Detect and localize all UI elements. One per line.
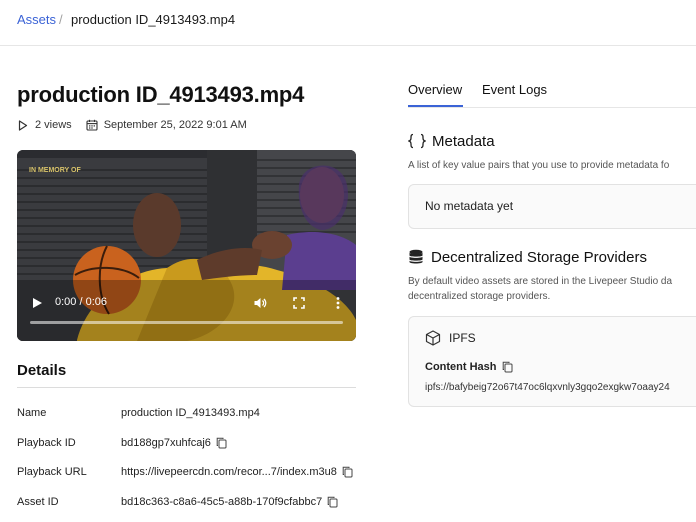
metadata-card: No metadata yet [408, 184, 696, 229]
metadata-title: Metadata [432, 133, 495, 150]
mural-text: IN MEMORY OF [29, 167, 81, 174]
tab-overview[interactable]: Overview [408, 82, 462, 97]
cube-icon [425, 330, 441, 346]
page-title: production ID_4913493.mp4 [17, 82, 305, 107]
tabs-divider [408, 107, 696, 108]
ipfs-card: IPFS Content Hash ipfs://bafybeig72o67t4… [408, 316, 696, 407]
play-button[interactable] [30, 296, 44, 310]
playback-id-value: bd188gp7xuhfcaj6 [121, 437, 211, 449]
top-bar: Assets / production ID_4913493.mp4 [0, 0, 696, 46]
detail-value-playback-id: bd188gp7xuhfcaj6 [121, 437, 227, 449]
storage-description-line2: decentralized storage providers. [408, 291, 551, 302]
video-player[interactable]: IN MEMORY OF 0:00 / 0:06 [17, 150, 356, 341]
created-date: September 25, 2022 9:01 AM [103, 119, 247, 131]
details-heading: Details [17, 362, 67, 379]
detail-value-name: production ID_4913493.mp4 [121, 407, 260, 419]
storage-title: Decentralized Storage Providers [431, 249, 647, 266]
no-metadata-text: No metadata yet [425, 199, 514, 213]
copy-icon[interactable] [502, 361, 513, 373]
breadcrumb-current: production ID_4913493.mp4 [71, 12, 236, 27]
detail-value-playback-url: https://livepeercdn.com/recor...7/index.… [121, 466, 353, 478]
views-count: 2 views [35, 119, 72, 131]
database-icon [408, 249, 426, 265]
tab-event-logs[interactable]: Event Logs [482, 82, 547, 97]
seek-bar[interactable] [30, 321, 343, 324]
fullscreen-icon[interactable] [292, 296, 306, 310]
copy-icon[interactable] [216, 437, 227, 449]
asset-meta-row: 2 views September 25, 2022 9:01 AM [17, 117, 247, 133]
metadata-description: A list of key value pairs that you use t… [408, 160, 670, 171]
video-time: 0:00 / 0:06 [55, 296, 107, 308]
breadcrumb-separator: / [59, 12, 63, 27]
play-outline-icon [17, 119, 29, 131]
detail-label-playback-id: Playback ID [17, 437, 76, 449]
storage-description-line1: By default video assets are stored in th… [408, 276, 673, 287]
detail-label-name: Name [17, 407, 47, 419]
content-hash-label: Content Hash [425, 361, 497, 373]
active-tab-indicator [408, 105, 463, 107]
details-divider [17, 387, 356, 388]
playback-url-value: https://livepeercdn.com/recor...7/index.… [121, 466, 337, 478]
content-hash-value: ipfs://bafybeig72o67t47oc6lqxvnly3gqo2ex… [425, 382, 670, 393]
volume-icon[interactable] [253, 296, 267, 310]
detail-label-playback-url: Playback URL [17, 466, 87, 478]
copy-icon[interactable] [342, 466, 353, 478]
braces-icon [406, 133, 428, 149]
more-options-icon[interactable] [331, 296, 345, 310]
asset-id-value: bd18c363-c8a6-45c5-a88b-170f9cfabbc7 [121, 496, 323, 508]
calendar-icon [86, 119, 98, 131]
detail-value-asset-id: bd18c363-c8a6-45c5-a88b-170f9cfabbc7 [121, 496, 338, 508]
detail-label-asset-id: Asset ID [17, 496, 59, 508]
content-hash-row: Content Hash [425, 361, 513, 373]
video-frame-image: IN MEMORY OF [17, 150, 356, 341]
asset-name-value: production ID_4913493.mp4 [121, 407, 260, 419]
ipfs-label: IPFS [449, 331, 476, 345]
copy-icon[interactable] [327, 496, 338, 508]
breadcrumb-assets-link[interactable]: Assets [17, 12, 56, 27]
